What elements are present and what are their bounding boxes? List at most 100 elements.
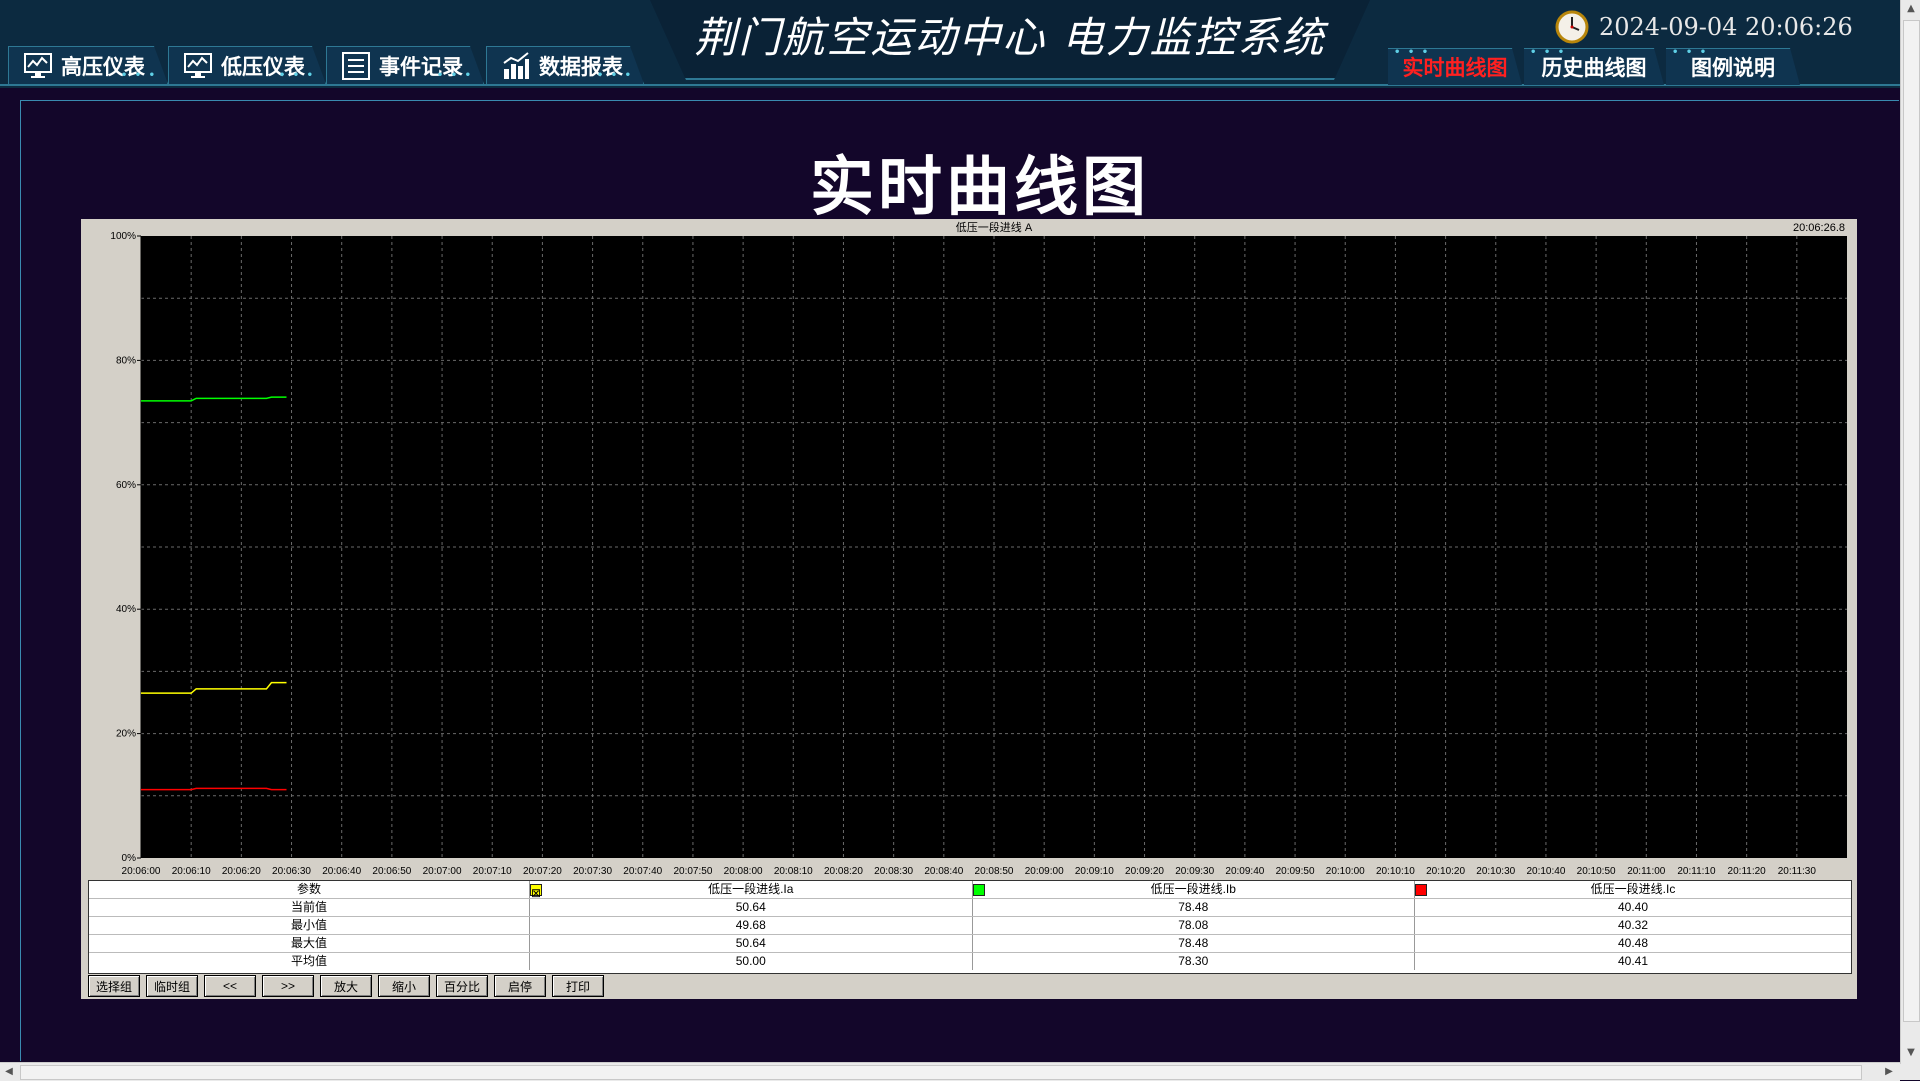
stats-header-label: 参数 xyxy=(89,881,530,899)
x-tick-label: 20:09:40 xyxy=(1225,866,1264,877)
realtime-line-chart: 0% 20% 40% 60% 80% 100% 20:06:00 20:06:10 20:06:… xyxy=(110,220,1847,877)
x-tick-label: 20:07:10 xyxy=(473,866,512,877)
datetime-display: 2024-09-04 20:06:26 xyxy=(1599,13,1853,41)
stats-cell: 50.64 xyxy=(529,898,973,917)
stats-cell: 40.32 xyxy=(1414,916,1851,935)
stats-row: 最小值 49.68 78.08 40.32 xyxy=(89,916,1851,935)
stats-column-name: 低压一段进线.Ia xyxy=(708,882,794,896)
x-tick-label: 20:10:50 xyxy=(1577,866,1616,877)
vertical-scroll-thumb[interactable] xyxy=(1903,20,1920,1022)
x-tick-label: 20:11:10 xyxy=(1677,866,1716,877)
scroll-right-arrow-icon[interactable]: ▶ xyxy=(1880,1063,1898,1081)
stats-column-name: 低压一段进线.Ib xyxy=(1150,882,1236,896)
chart-timestamp: 20:06:26.8 xyxy=(1793,222,1845,234)
tab-dots-decoration: • • • xyxy=(596,70,633,81)
zoom-out-button[interactable]: 缩小 xyxy=(378,975,430,997)
scroll-left-arrow-icon[interactable]: ◀ xyxy=(0,1063,18,1081)
y-tick-label: 40% xyxy=(116,604,136,615)
app-title: 荆门航空运动中心 电力监控系统 xyxy=(694,13,1326,62)
x-tick-label: 20:10:20 xyxy=(1426,866,1465,877)
tab-dots-decoration: • • • xyxy=(436,70,473,81)
stats-column-header: 低压一段进线.Ib xyxy=(972,881,1415,899)
x-tick-label: 20:06:30 xyxy=(272,866,311,877)
monitor-chart-icon xyxy=(183,51,213,81)
stats-column-name: 低压一段进线.Ic xyxy=(1590,882,1676,896)
stats-cell: 50.00 xyxy=(529,952,973,970)
stats-row-label: 平均值 xyxy=(89,952,530,970)
x-tick-label: 20:09:30 xyxy=(1175,866,1214,877)
x-tick-label: 20:09:50 xyxy=(1276,866,1315,877)
x-tick-label: 20:08:20 xyxy=(824,866,863,877)
monitor-chart-icon xyxy=(23,51,53,81)
scroll-right-button[interactable]: >> xyxy=(262,975,314,997)
scrollbar-corner xyxy=(1900,1064,1920,1080)
scroll-down-arrow-icon[interactable]: ▼ xyxy=(1901,1044,1920,1062)
tab-low-voltage-meters[interactable]: 低压仪表 • • • xyxy=(168,46,326,84)
stats-row-label: 当前值 xyxy=(89,898,530,917)
x-tick-label: 20:07:30 xyxy=(573,866,612,877)
x-tick-label: 20:07:40 xyxy=(623,866,662,877)
series-swatch-ib xyxy=(972,884,985,896)
x-tick-label: 20:07:50 xyxy=(673,866,712,877)
stats-cell: 78.30 xyxy=(972,952,1415,970)
y-tick-label: 20% xyxy=(116,729,136,740)
stats-column-header: 低压一段进线.Ic xyxy=(1414,881,1851,899)
x-tick-label: 20:06:10 xyxy=(172,866,211,877)
stats-cell: 78.08 xyxy=(972,916,1415,935)
tab-history-curve[interactable]: • • • 历史曲线图 xyxy=(1524,48,1664,85)
series-swatch-ia: ⊠ xyxy=(530,884,542,900)
stats-header-row: 参数 ⊠ 低压一段进线.Ia 低压一段进线.Ib 低压一段进线.Ic xyxy=(89,881,1851,900)
scroll-up-arrow-icon[interactable]: ▲ xyxy=(1901,0,1920,18)
scroll-left-button[interactable]: << xyxy=(204,975,256,997)
stats-cell: 40.40 xyxy=(1414,898,1851,917)
stats-cell: 50.64 xyxy=(529,934,973,953)
y-tick-label: 0% xyxy=(122,853,137,864)
tab-dots-decoration: • • • xyxy=(1672,47,1709,58)
chart-toolbar: 选择组 临时组 << >> 放大 缩小 百分比 启停 打印 xyxy=(88,975,610,997)
stats-row-label: 最大值 xyxy=(89,934,530,953)
x-tick-label: 20:10:10 xyxy=(1376,866,1415,877)
x-tick-label: 20:09:10 xyxy=(1075,866,1114,877)
tab-event-records[interactable]: 事件记录 • • • xyxy=(326,46,484,84)
start-stop-button[interactable]: 启停 xyxy=(494,975,546,997)
list-icon xyxy=(341,51,371,81)
horizontal-scroll-thumb[interactable] xyxy=(20,1065,1862,1080)
x-tick-label: 20:08:40 xyxy=(924,866,963,877)
x-tick-label: 20:08:50 xyxy=(975,866,1014,877)
x-tick-label: 20:09:00 xyxy=(1025,866,1064,877)
bar-chart-icon xyxy=(501,51,531,81)
tab-legend-description[interactable]: • • • 图例说明 xyxy=(1666,48,1800,85)
clock: 2024-09-04 20:06:26 xyxy=(1555,10,1853,44)
tab-high-voltage-meters[interactable]: 高压仪表 • • • xyxy=(8,46,168,84)
stats-cell: 78.48 xyxy=(972,898,1415,917)
x-tick-label: 20:08:10 xyxy=(774,866,813,877)
x-tick-label: 20:10:30 xyxy=(1476,866,1515,877)
stats-row: 最大值 50.64 78.48 40.48 xyxy=(89,934,1851,953)
temp-group-button[interactable]: 临时组 xyxy=(146,975,198,997)
y-tick-label: 60% xyxy=(116,480,136,491)
vertical-scrollbar[interactable]: ▲ ▼ xyxy=(1900,0,1920,1064)
y-tick-label: 100% xyxy=(110,231,136,242)
tab-data-reports[interactable]: 数据报表 • • • xyxy=(486,46,644,84)
x-tick-label: 20:11:20 xyxy=(1728,866,1767,877)
stats-cell: 40.41 xyxy=(1617,954,1649,968)
stats-row-label: 最小值 xyxy=(89,916,530,935)
chart-title: 低压一段进线 A xyxy=(956,220,1033,234)
x-tick-label: 20:09:20 xyxy=(1125,866,1164,877)
tab-realtime-curve[interactable]: • • • 实时曲线图 xyxy=(1388,48,1522,85)
tab-dots-decoration: • • • xyxy=(1394,47,1431,58)
select-group-button[interactable]: 选择组 xyxy=(88,975,140,997)
y-tick-label: 80% xyxy=(116,355,136,366)
percent-button[interactable]: 百分比 xyxy=(436,975,488,997)
stats-row: 当前值 50.64 78.48 40.40 xyxy=(89,898,1851,917)
horizontal-scrollbar[interactable]: ◀ ▶ xyxy=(0,1062,1900,1081)
stats-cell: 49.68 xyxy=(529,916,973,935)
series-swatch-ic xyxy=(1415,884,1427,896)
x-tick-label: 20:11:30 xyxy=(1778,866,1817,877)
x-tick-label: 20:10:40 xyxy=(1526,866,1565,877)
x-tick-label: 20:08:00 xyxy=(724,866,763,877)
print-button[interactable]: 打印 xyxy=(552,975,604,997)
zoom-in-button[interactable]: 放大 xyxy=(320,975,372,997)
stats-column-header: ⊠ 低压一段进线.Ia xyxy=(529,881,973,900)
clock-icon xyxy=(1555,10,1589,44)
